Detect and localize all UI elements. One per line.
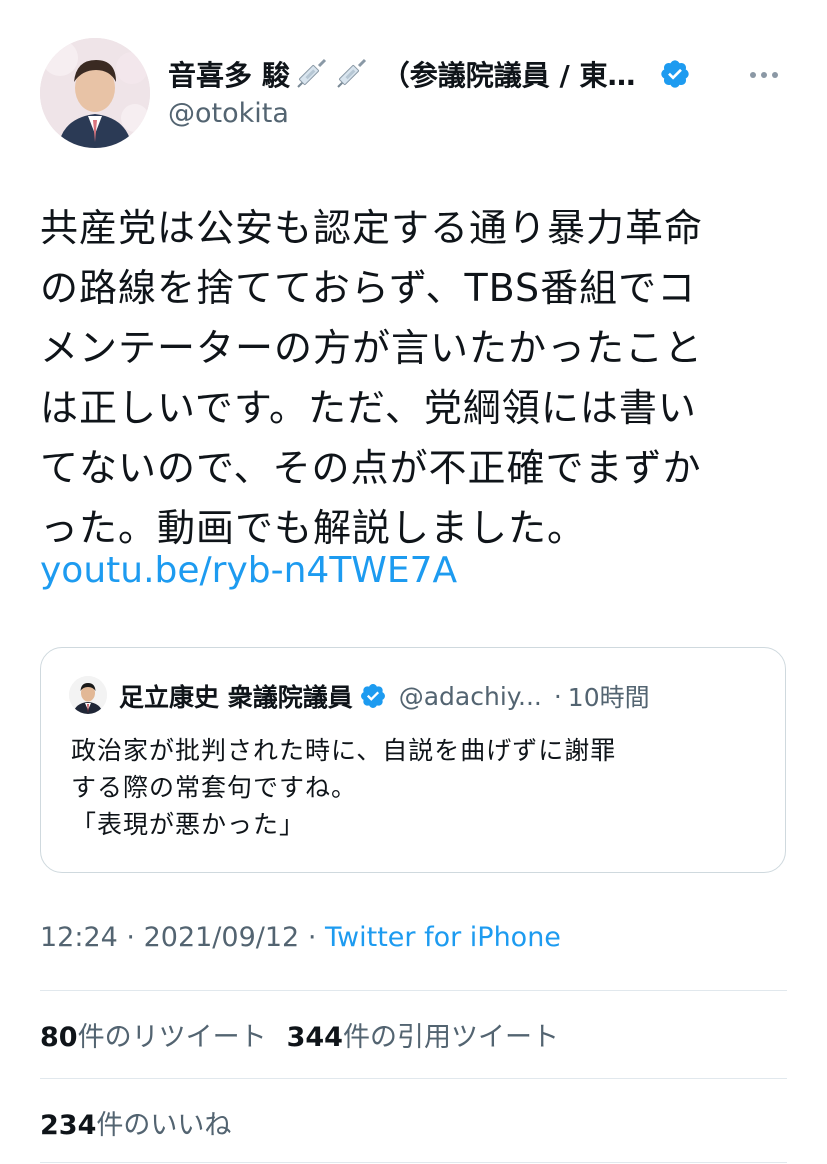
syringe-icon [292, 55, 330, 93]
tweet-header: 音喜多 駿 （参議院議員 / 東… @otokita [40, 38, 787, 148]
quotes-stat[interactable]: 344件の引用ツイート [287, 1022, 559, 1053]
author-affiliation[interactable]: （参議院議員 / 東… [382, 54, 636, 94]
likes-label: 件のいいね [96, 1110, 232, 1141]
quoted-separator: · [553, 681, 562, 711]
quoted-text-line: 政治家が批判された時に、自説を曲げずに謝罪 [71, 736, 617, 765]
quoted-author-name[interactable]: 足立康史 衆議院議員 [119, 678, 353, 714]
author-avatar[interactable] [40, 38, 150, 148]
quoted-author-handle[interactable]: @adachiy... [399, 682, 542, 711]
tweet-meta: 12:24 · 2021/09/12 · Twitter for iPhone [40, 922, 561, 953]
quoted-tweet[interactable]: 足立康史 衆議院議員 @adachiy... · 10時間 政治家が批判された時… [40, 647, 786, 873]
meta-separator: · [307, 922, 317, 953]
retweets-count: 80 [40, 1022, 78, 1053]
quoted-author-avatar[interactable] [69, 676, 107, 714]
syringe-icon [332, 55, 370, 93]
quoted-text-line: 「表現が悪かった」 [71, 810, 306, 839]
likes-stats-row: 234件のいいね [40, 1103, 231, 1142]
tweet-text-line: メンテーターの方が言いたかったこと [40, 326, 704, 370]
tweet-source[interactable]: Twitter for iPhone [325, 922, 561, 953]
verified-badge-icon [360, 684, 385, 708]
tweet-text-line: の路線を捨てておらず、TBS番組でコ [40, 266, 697, 310]
likes-count: 234 [40, 1110, 97, 1141]
tweet-text-line: は正しいです。ただ、党綱領には書い [40, 386, 697, 430]
retweet-stats-row: 80件のリツイート 344件の引用ツイート [40, 1015, 559, 1054]
author-display-name[interactable]: 音喜多 駿 [168, 54, 290, 94]
tweet-date[interactable]: 2021/09/12 [144, 922, 300, 953]
likes-stat[interactable]: 234件のいいね [40, 1110, 231, 1141]
quoted-header: 足立康史 衆議院議員 @adachiy... · 10時間 [119, 676, 765, 716]
author-name-row: 音喜多 駿 （参議院議員 / 東… [168, 52, 787, 96]
retweets-label: 件のリツイート [77, 1022, 267, 1053]
quotes-label: 件の引用ツイート [342, 1022, 559, 1053]
divider [40, 1162, 787, 1163]
quotes-count: 344 [286, 1022, 343, 1053]
tweet-text: 共産党は公安も認定する通り暴力革命 の路線を捨てておらず、TBS番組でコ メンテ… [40, 198, 800, 558]
verified-badge-icon [661, 60, 690, 88]
tweet-text-line: った。動画でも解説しました。 [40, 506, 587, 550]
meta-separator: · [126, 922, 135, 953]
more-icon[interactable] [749, 60, 779, 85]
tweet-text-line: てないので、その点が不正確でまずか [40, 446, 702, 490]
divider [40, 990, 787, 991]
retweets-stat[interactable]: 80件のリツイート [40, 1022, 267, 1053]
quoted-text-line: する際の常套句ですね。 [71, 773, 358, 802]
divider [40, 1078, 787, 1079]
quoted-text: 政治家が批判された時に、自説を曲げずに謝罪 する際の常套句ですね。 「表現が悪か… [71, 732, 771, 843]
tweet-time[interactable]: 12:24 [40, 922, 118, 953]
tweet-link[interactable]: youtu.be/ryb-n4TWE7A [40, 550, 457, 591]
tweet-text-line: 共産党は公安も認定する通り暴力革命 [40, 206, 704, 250]
author-handle[interactable]: @otokita [168, 98, 289, 129]
quoted-timestamp[interactable]: 10時間 [568, 678, 650, 714]
